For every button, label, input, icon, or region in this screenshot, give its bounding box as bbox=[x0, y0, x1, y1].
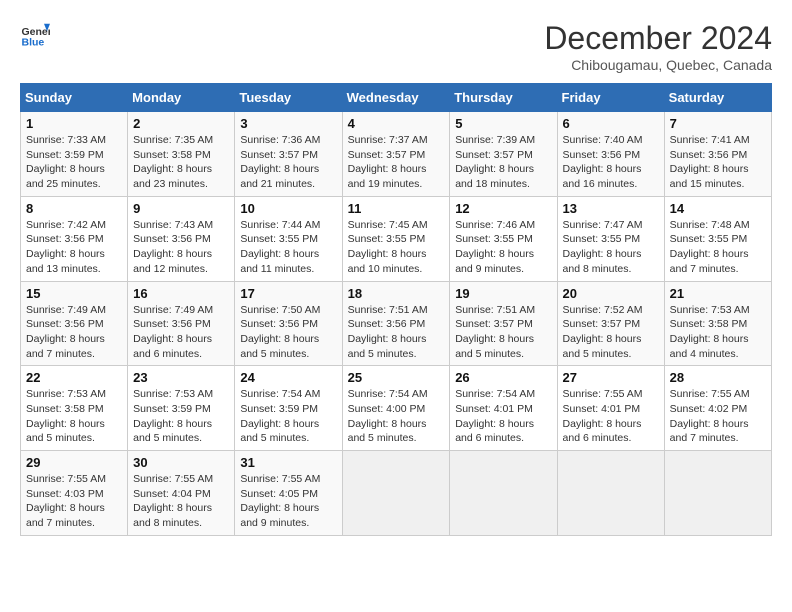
empty-cell bbox=[664, 451, 771, 536]
table-row: 15 Sunrise: 7:49 AMSunset: 3:56 PMDaylig… bbox=[21, 281, 128, 366]
empty-cell bbox=[342, 451, 450, 536]
header-thursday: Thursday bbox=[450, 84, 557, 112]
table-row: 18 Sunrise: 7:51 AMSunset: 3:56 PMDaylig… bbox=[342, 281, 450, 366]
header-sunday: Sunday bbox=[21, 84, 128, 112]
days-header-row: Sunday Monday Tuesday Wednesday Thursday… bbox=[21, 84, 772, 112]
header-wednesday: Wednesday bbox=[342, 84, 450, 112]
header-tuesday: Tuesday bbox=[235, 84, 342, 112]
table-row: 14 Sunrise: 7:48 AMSunset: 3:55 PMDaylig… bbox=[664, 196, 771, 281]
table-row: 2 Sunrise: 7:35 AMSunset: 3:58 PMDayligh… bbox=[128, 112, 235, 197]
header-monday: Monday bbox=[128, 84, 235, 112]
table-row: 19 Sunrise: 7:51 AMSunset: 3:57 PMDaylig… bbox=[450, 281, 557, 366]
table-row: 31 Sunrise: 7:55 AMSunset: 4:05 PMDaylig… bbox=[235, 451, 342, 536]
calendar-week-4: 22 Sunrise: 7:53 AMSunset: 3:58 PMDaylig… bbox=[21, 366, 772, 451]
calendar-table: Sunday Monday Tuesday Wednesday Thursday… bbox=[20, 83, 772, 536]
table-row: 30 Sunrise: 7:55 AMSunset: 4:04 PMDaylig… bbox=[128, 451, 235, 536]
title-block: December 2024 Chibougamau, Quebec, Canad… bbox=[544, 20, 772, 73]
svg-text:Blue: Blue bbox=[22, 37, 45, 49]
table-row: 17 Sunrise: 7:50 AMSunset: 3:56 PMDaylig… bbox=[235, 281, 342, 366]
month-title: December 2024 bbox=[544, 20, 772, 57]
table-row: 20 Sunrise: 7:52 AMSunset: 3:57 PMDaylig… bbox=[557, 281, 664, 366]
table-row: 12 Sunrise: 7:46 AMSunset: 3:55 PMDaylig… bbox=[450, 196, 557, 281]
table-row: 23 Sunrise: 7:53 AMSunset: 3:59 PMDaylig… bbox=[128, 366, 235, 451]
page-header: General Blue December 2024 Chibougamau, … bbox=[20, 20, 772, 73]
logo: General Blue bbox=[20, 20, 50, 50]
table-row: 13 Sunrise: 7:47 AMSunset: 3:55 PMDaylig… bbox=[557, 196, 664, 281]
table-row: 5 Sunrise: 7:39 AMSunset: 3:57 PMDayligh… bbox=[450, 112, 557, 197]
table-row: 9 Sunrise: 7:43 AMSunset: 3:56 PMDayligh… bbox=[128, 196, 235, 281]
table-row: 25 Sunrise: 7:54 AMSunset: 4:00 PMDaylig… bbox=[342, 366, 450, 451]
header-saturday: Saturday bbox=[664, 84, 771, 112]
calendar-body: 1 Sunrise: 7:33 AMSunset: 3:59 PMDayligh… bbox=[21, 112, 772, 536]
table-row: 21 Sunrise: 7:53 AMSunset: 3:58 PMDaylig… bbox=[664, 281, 771, 366]
table-row: 27 Sunrise: 7:55 AMSunset: 4:01 PMDaylig… bbox=[557, 366, 664, 451]
location-subtitle: Chibougamau, Quebec, Canada bbox=[544, 57, 772, 73]
table-row: 28 Sunrise: 7:55 AMSunset: 4:02 PMDaylig… bbox=[664, 366, 771, 451]
table-row: 3 Sunrise: 7:36 AMSunset: 3:57 PMDayligh… bbox=[235, 112, 342, 197]
table-row: 16 Sunrise: 7:49 AMSunset: 3:56 PMDaylig… bbox=[128, 281, 235, 366]
table-row: 6 Sunrise: 7:40 AMSunset: 3:56 PMDayligh… bbox=[557, 112, 664, 197]
logo-icon: General Blue bbox=[20, 20, 50, 50]
table-row: 29 Sunrise: 7:55 AMSunset: 4:03 PMDaylig… bbox=[21, 451, 128, 536]
table-row: 1 Sunrise: 7:33 AMSunset: 3:59 PMDayligh… bbox=[21, 112, 128, 197]
table-row: 4 Sunrise: 7:37 AMSunset: 3:57 PMDayligh… bbox=[342, 112, 450, 197]
empty-cell bbox=[450, 451, 557, 536]
table-row: 11 Sunrise: 7:45 AMSunset: 3:55 PMDaylig… bbox=[342, 196, 450, 281]
table-row: 26 Sunrise: 7:54 AMSunset: 4:01 PMDaylig… bbox=[450, 366, 557, 451]
table-row: 8 Sunrise: 7:42 AMSunset: 3:56 PMDayligh… bbox=[21, 196, 128, 281]
table-row: 22 Sunrise: 7:53 AMSunset: 3:58 PMDaylig… bbox=[21, 366, 128, 451]
calendar-week-1: 1 Sunrise: 7:33 AMSunset: 3:59 PMDayligh… bbox=[21, 112, 772, 197]
header-friday: Friday bbox=[557, 84, 664, 112]
empty-cell bbox=[557, 451, 664, 536]
table-row: 10 Sunrise: 7:44 AMSunset: 3:55 PMDaylig… bbox=[235, 196, 342, 281]
calendar-week-3: 15 Sunrise: 7:49 AMSunset: 3:56 PMDaylig… bbox=[21, 281, 772, 366]
calendar-week-2: 8 Sunrise: 7:42 AMSunset: 3:56 PMDayligh… bbox=[21, 196, 772, 281]
table-row: 24 Sunrise: 7:54 AMSunset: 3:59 PMDaylig… bbox=[235, 366, 342, 451]
table-row: 7 Sunrise: 7:41 AMSunset: 3:56 PMDayligh… bbox=[664, 112, 771, 197]
calendar-week-5: 29 Sunrise: 7:55 AMSunset: 4:03 PMDaylig… bbox=[21, 451, 772, 536]
